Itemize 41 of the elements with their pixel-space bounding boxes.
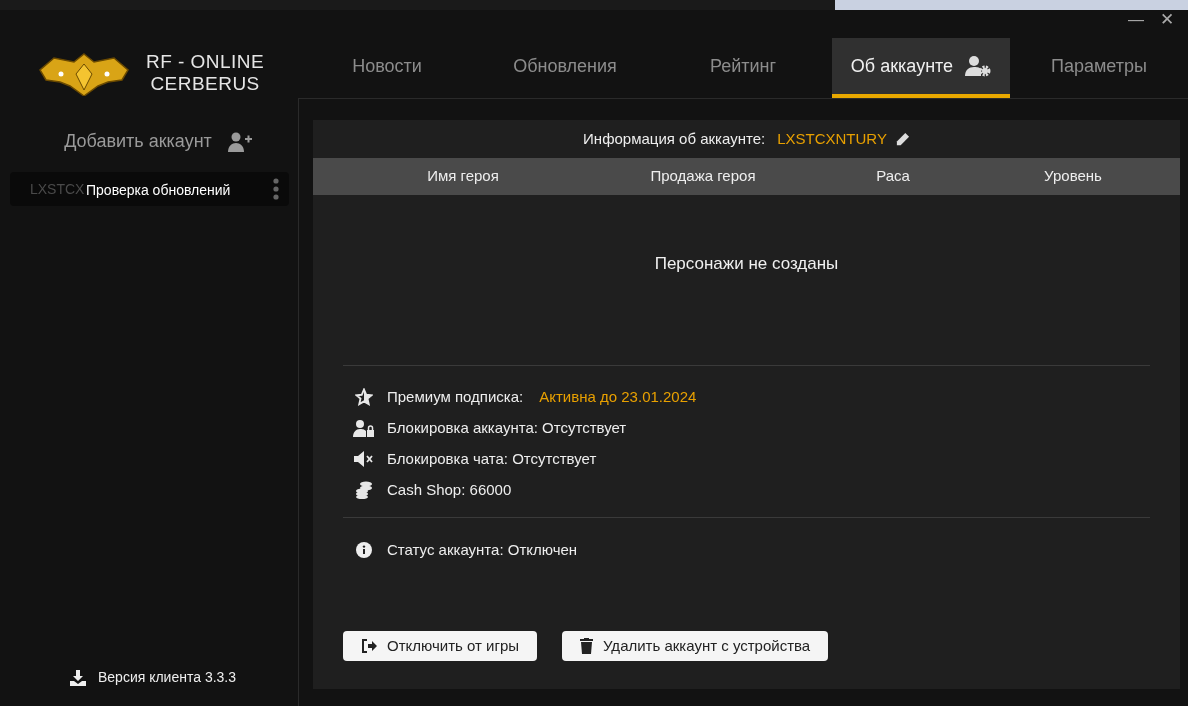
user-gear-icon — [965, 55, 992, 77]
tab[interactable]: Рейтинг — [654, 38, 832, 98]
tooltip: Проверка обновлений — [86, 180, 231, 201]
tab[interactable]: Параметры — [1010, 38, 1188, 98]
user-plus-icon — [227, 131, 252, 152]
tab[interactable]: Обновления — [476, 38, 654, 98]
tab[interactable]: Об аккаунте — [832, 38, 1010, 98]
more-icon[interactable] — [273, 178, 279, 200]
column-header: Продажа героя — [649, 166, 757, 187]
column-header: Имя героя — [426, 166, 500, 187]
account-item[interactable]: LXSTCX Проверка обновлений — [10, 172, 289, 206]
detail-text: Cash Shop: 66000 — [387, 479, 512, 500]
empty-message: Персонажи не созданы — [654, 253, 839, 275]
detail-text: Блокировка чата: Отсутствует — [387, 448, 597, 469]
action-button[interactable]: Отключить от игры — [343, 631, 537, 661]
column-header: Уровень — [1043, 166, 1103, 187]
add-account-button[interactable]: Добавить аккаунт — [64, 128, 252, 155]
trash-icon — [580, 638, 593, 654]
logo-text: RF - ONLINE — [146, 51, 265, 73]
sign-out-icon — [361, 639, 377, 653]
detail-text: Блокировка аккаунта: Отсутствует — [387, 417, 627, 438]
version-text: Версия клиента 3.3.3 — [97, 668, 237, 687]
close-button[interactable]: ✕ — [1160, 10, 1174, 30]
info-label: Информация об аккаунте: — [583, 128, 766, 149]
mute-icon — [354, 451, 374, 467]
star-icon — [355, 388, 373, 406]
detail-value: Активна до 23.01.2024 — [539, 386, 697, 407]
user-lock-icon — [353, 419, 375, 437]
logo-text: CERBERUS — [150, 73, 260, 95]
coins-icon — [355, 481, 373, 499]
info-icon — [356, 542, 372, 559]
tab[interactable]: Новости — [298, 38, 476, 98]
minimize-button[interactable]: — — [1128, 10, 1144, 30]
status-text: Статус аккаунта: Отключен — [387, 540, 578, 560]
action-button[interactable]: Удалить аккаунт с устройства — [562, 631, 829, 661]
detail-text: Премиум подписка: — [387, 386, 524, 407]
download-icon — [69, 669, 86, 686]
column-header: Раса — [875, 166, 911, 187]
logo-icon — [38, 50, 130, 96]
pencil-icon[interactable] — [894, 131, 910, 147]
login-text: LXSTCXNTURY — [777, 128, 887, 149]
